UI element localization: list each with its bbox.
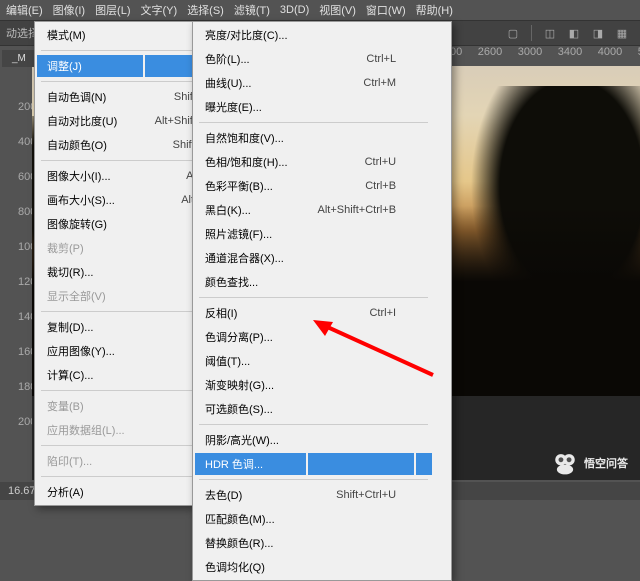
image-menu: 模式(M)▶调整(J)▶自动色调(N)Shift+Ctrl+L自动对比度(U)A…: [34, 21, 194, 506]
menubar-item[interactable]: 图像(I): [53, 2, 85, 18]
menubar-item[interactable]: 文字(Y): [141, 2, 178, 18]
menu-item[interactable]: HDR 色调...: [195, 453, 432, 475]
tool-icon-4[interactable]: ▦: [613, 24, 631, 42]
menubar-item[interactable]: 窗口(W): [366, 2, 406, 18]
wukong-logo-icon: [552, 450, 578, 476]
menu-item[interactable]: 反相(I)Ctrl+I: [195, 302, 432, 324]
menu-item[interactable]: 通道混合器(X)...: [195, 247, 432, 269]
menu-item[interactable]: 色彩平衡(B)...Ctrl+B: [195, 175, 432, 197]
menu-item[interactable]: 亮度/对比度(C)...: [195, 24, 432, 46]
watermark: 悟空问答: [552, 450, 628, 476]
menubar-item[interactable]: 选择(S): [187, 2, 224, 18]
adjustments-submenu: 亮度/对比度(C)...色阶(L)...Ctrl+L曲线(U)...Ctrl+M…: [192, 21, 452, 581]
menu-item[interactable]: 匹配颜色(M)...: [195, 508, 432, 530]
3d-mode-icon[interactable]: ▢: [504, 24, 522, 42]
menubar-item[interactable]: 滤镜(T): [234, 2, 270, 18]
tool-icon-1[interactable]: ◫: [541, 24, 559, 42]
menu-item[interactable]: 色调均化(Q): [195, 556, 432, 578]
menu-item[interactable]: 可选颜色(S)...: [195, 398, 432, 420]
document-tab[interactable]: _M: [2, 50, 36, 67]
menubar: 编辑(E) 图像(I) 图层(L) 文字(Y) 选择(S) 滤镜(T) 3D(D) 视图(V)…: [0, 0, 640, 20]
menu-item[interactable]: 去色(D)Shift+Ctrl+U: [195, 484, 432, 506]
menu-item[interactable]: 阈值(T)...: [195, 350, 432, 372]
menu-item[interactable]: 色调分离(P)...: [195, 326, 432, 348]
menu-item[interactable]: 曲线(U)...Ctrl+M: [195, 72, 432, 94]
menubar-item[interactable]: 帮助(H): [416, 2, 453, 18]
menu-item[interactable]: 自然饱和度(V)...: [195, 127, 432, 149]
menu-item[interactable]: 曝光度(E)...: [195, 96, 432, 118]
menu-item[interactable]: 阴影/高光(W)...: [195, 429, 432, 451]
menu-item[interactable]: 渐变映射(G)...: [195, 374, 432, 396]
menu-item[interactable]: 黑白(K)...Alt+Shift+Ctrl+B: [195, 199, 432, 221]
ruler-vertical: 200400600800100012001400160018002000: [18, 66, 32, 480]
menu-item[interactable]: 替换颜色(R)...: [195, 532, 432, 554]
menubar-item[interactable]: 3D(D): [280, 4, 309, 16]
tool-icon-2[interactable]: ◧: [565, 24, 583, 42]
watermark-text: 悟空问答: [584, 455, 628, 471]
menu-item[interactable]: 色阶(L)...Ctrl+L: [195, 48, 432, 70]
menu-item[interactable]: 照片滤镜(F)...: [195, 223, 432, 245]
menubar-item[interactable]: 编辑(E): [6, 2, 43, 18]
menu-item[interactable]: 颜色查找...: [195, 271, 432, 293]
tool-icon-3[interactable]: ◨: [589, 24, 607, 42]
menubar-item[interactable]: 图层(L): [95, 2, 130, 18]
menu-item[interactable]: 色相/饱和度(H)...Ctrl+U: [195, 151, 432, 173]
menubar-item[interactable]: 视图(V): [319, 2, 356, 18]
